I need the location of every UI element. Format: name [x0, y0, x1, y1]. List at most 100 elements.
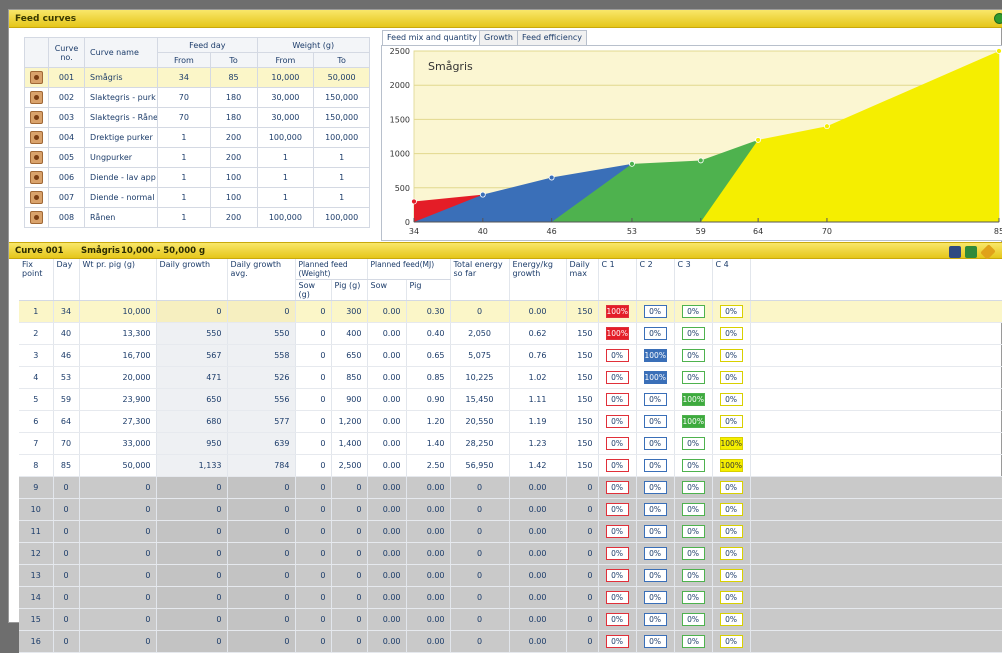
pig-mj-cell[interactable]: 0.65 — [406, 344, 451, 367]
pig-g-cell[interactable]: 1,400 — [331, 432, 368, 455]
curve-row[interactable]: 003 Slaktegris - Råne 70 180 30,000 150,000 — [23, 107, 370, 128]
pig-mj-cell[interactable]: 0.40 — [406, 322, 451, 345]
c2-percent[interactable]: 0% — [643, 635, 667, 648]
pig-g-cell[interactable]: 400 — [331, 322, 368, 345]
c4-percent[interactable]: 100% — [719, 459, 743, 472]
c3-percent[interactable]: 0% — [681, 371, 705, 384]
c1-percent[interactable]: 0% — [605, 349, 629, 362]
c2-percent[interactable]: 0% — [643, 437, 667, 450]
c2-cell[interactable]: 0% — [636, 322, 675, 345]
c2-cell[interactable]: 0% — [636, 498, 675, 521]
pig-g-cell[interactable]: 0 — [331, 630, 368, 653]
daily-max-cell[interactable]: 150 — [566, 454, 599, 477]
sow-g-cell[interactable]: 0 — [295, 432, 332, 455]
c1-percent[interactable]: 0% — [605, 393, 629, 406]
daily-max-cell[interactable]: 0 — [566, 608, 599, 631]
c4-percent[interactable]: 0% — [719, 635, 743, 648]
daily-max-cell[interactable]: 0 — [566, 476, 599, 499]
c4-percent[interactable]: 0% — [719, 525, 743, 538]
pig-g-cell[interactable]: 0 — [331, 542, 368, 565]
c2-cell[interactable]: 0% — [636, 454, 675, 477]
c2-percent[interactable]: 0% — [643, 525, 667, 538]
sow-g-cell[interactable]: 0 — [295, 542, 332, 565]
c4-percent[interactable]: 0% — [719, 547, 743, 560]
c2-cell[interactable]: 0% — [636, 586, 675, 609]
status-circle-icon[interactable] — [994, 13, 1002, 24]
c3-percent[interactable]: 0% — [681, 613, 705, 626]
c2-percent[interactable]: 0% — [643, 393, 667, 406]
pig-mj-cell[interactable]: 0.00 — [406, 608, 451, 631]
c1-cell[interactable]: 0% — [598, 586, 637, 609]
tab-feed-efficiency[interactable]: Feed efficiency — [517, 30, 588, 45]
c3-percent[interactable]: 0% — [681, 305, 705, 318]
sow-mj-cell[interactable]: 0.00 — [367, 454, 407, 477]
c1-cell[interactable]: 0% — [598, 366, 637, 389]
save-icon[interactable] — [965, 246, 977, 258]
c3-percent[interactable]: 0% — [681, 525, 705, 538]
c1-cell[interactable]: 0% — [598, 344, 637, 367]
pig-mj-cell[interactable]: 2.50 — [406, 454, 451, 477]
pig-mj-cell[interactable]: 0.00 — [406, 520, 451, 543]
c4-percent[interactable]: 0% — [719, 613, 743, 626]
c1-cell[interactable]: 0% — [598, 476, 637, 499]
c2-percent[interactable]: 0% — [643, 327, 667, 340]
c1-cell[interactable]: 100% — [598, 300, 637, 323]
c3-cell[interactable]: 0% — [674, 630, 713, 653]
sow-mj-cell[interactable]: 0.00 — [367, 388, 407, 411]
c1-percent[interactable]: 0% — [605, 415, 629, 428]
c3-cell[interactable]: 0% — [674, 542, 713, 565]
pig-g-cell[interactable]: 650 — [331, 344, 368, 367]
c2-cell[interactable]: 0% — [636, 476, 675, 499]
c2-percent[interactable]: 0% — [643, 481, 667, 494]
curve-row[interactable]: 002 Slaktegris - purk 70 180 30,000 150,000 — [23, 87, 370, 108]
table-row[interactable]: 15 0 0 0 0 0 0 0.00 0.00 0 0.00 0 0% 0% 0% 0% — [19, 608, 1002, 631]
c1-cell[interactable]: 100% — [598, 322, 637, 345]
c3-percent[interactable]: 0% — [681, 459, 705, 472]
daily-max-cell[interactable]: 0 — [566, 564, 599, 587]
curve-row[interactable]: 001 Smågris 34 85 10,000 50,000 — [23, 67, 370, 88]
c1-percent[interactable]: 0% — [605, 547, 629, 560]
sow-mj-cell[interactable]: 0.00 — [367, 498, 407, 521]
c2-percent[interactable]: 100% — [643, 349, 667, 362]
c4-percent[interactable]: 0% — [719, 503, 743, 516]
c3-percent[interactable]: 0% — [681, 437, 705, 450]
c2-cell[interactable]: 0% — [636, 608, 675, 631]
table-row[interactable]: 14 0 0 0 0 0 0 0.00 0.00 0 0.00 0 0% 0% 0% 0% — [19, 586, 1002, 609]
c2-percent[interactable]: 0% — [643, 569, 667, 582]
table-row[interactable]: 8 85 50,000 1,133 784 0 2,500 0.00 2.50 56,950 1.4… — [19, 454, 1002, 477]
c4-cell[interactable]: 100% — [712, 454, 751, 477]
c2-percent[interactable]: 0% — [643, 547, 667, 560]
c1-cell[interactable]: 0% — [598, 520, 637, 543]
c4-cell[interactable]: 0% — [712, 520, 751, 543]
daily-max-cell[interactable]: 0 — [566, 586, 599, 609]
c4-percent[interactable]: 0% — [719, 371, 743, 384]
table-row[interactable]: 16 0 0 0 0 0 0 0.00 0.00 0 0.00 0 0% 0% 0% 0% — [19, 630, 1002, 653]
pig-mj-cell[interactable]: 0.00 — [406, 586, 451, 609]
tab-feed-mix[interactable]: Feed mix and quantity — [382, 30, 482, 46]
pig-g-cell[interactable]: 0 — [331, 520, 368, 543]
sow-mj-cell[interactable]: 0.00 — [367, 410, 407, 433]
c1-cell[interactable]: 0% — [598, 432, 637, 455]
c2-percent[interactable]: 0% — [643, 305, 667, 318]
sow-mj-cell[interactable]: 0.00 — [367, 608, 407, 631]
table-row[interactable]: 6 64 27,300 680 577 0 1,200 0.00 1.20 20,550 1.19 1… — [19, 410, 1002, 433]
pencil-icon[interactable] — [980, 244, 996, 260]
c1-cell[interactable]: 0% — [598, 454, 637, 477]
c4-cell[interactable]: 0% — [712, 388, 751, 411]
c4-cell[interactable]: 0% — [712, 300, 751, 323]
c2-cell[interactable]: 100% — [636, 366, 675, 389]
curve-row[interactable]: 006 Diende - lav app 1 100 1 1 — [23, 167, 370, 188]
c3-cell[interactable]: 0% — [674, 300, 713, 323]
daily-max-cell[interactable]: 0 — [566, 520, 599, 543]
c4-cell[interactable]: 0% — [712, 344, 751, 367]
c3-percent[interactable]: 0% — [681, 547, 705, 560]
c2-cell[interactable]: 0% — [636, 630, 675, 653]
c3-cell[interactable]: 100% — [674, 388, 713, 411]
c1-cell[interactable]: 0% — [598, 630, 637, 653]
c1-cell[interactable]: 0% — [598, 498, 637, 521]
c4-percent[interactable]: 0% — [719, 393, 743, 406]
c1-cell[interactable]: 0% — [598, 608, 637, 631]
c4-percent[interactable]: 0% — [719, 415, 743, 428]
pig-mj-cell[interactable]: 1.40 — [406, 432, 451, 455]
sow-mj-cell[interactable]: 0.00 — [367, 432, 407, 455]
